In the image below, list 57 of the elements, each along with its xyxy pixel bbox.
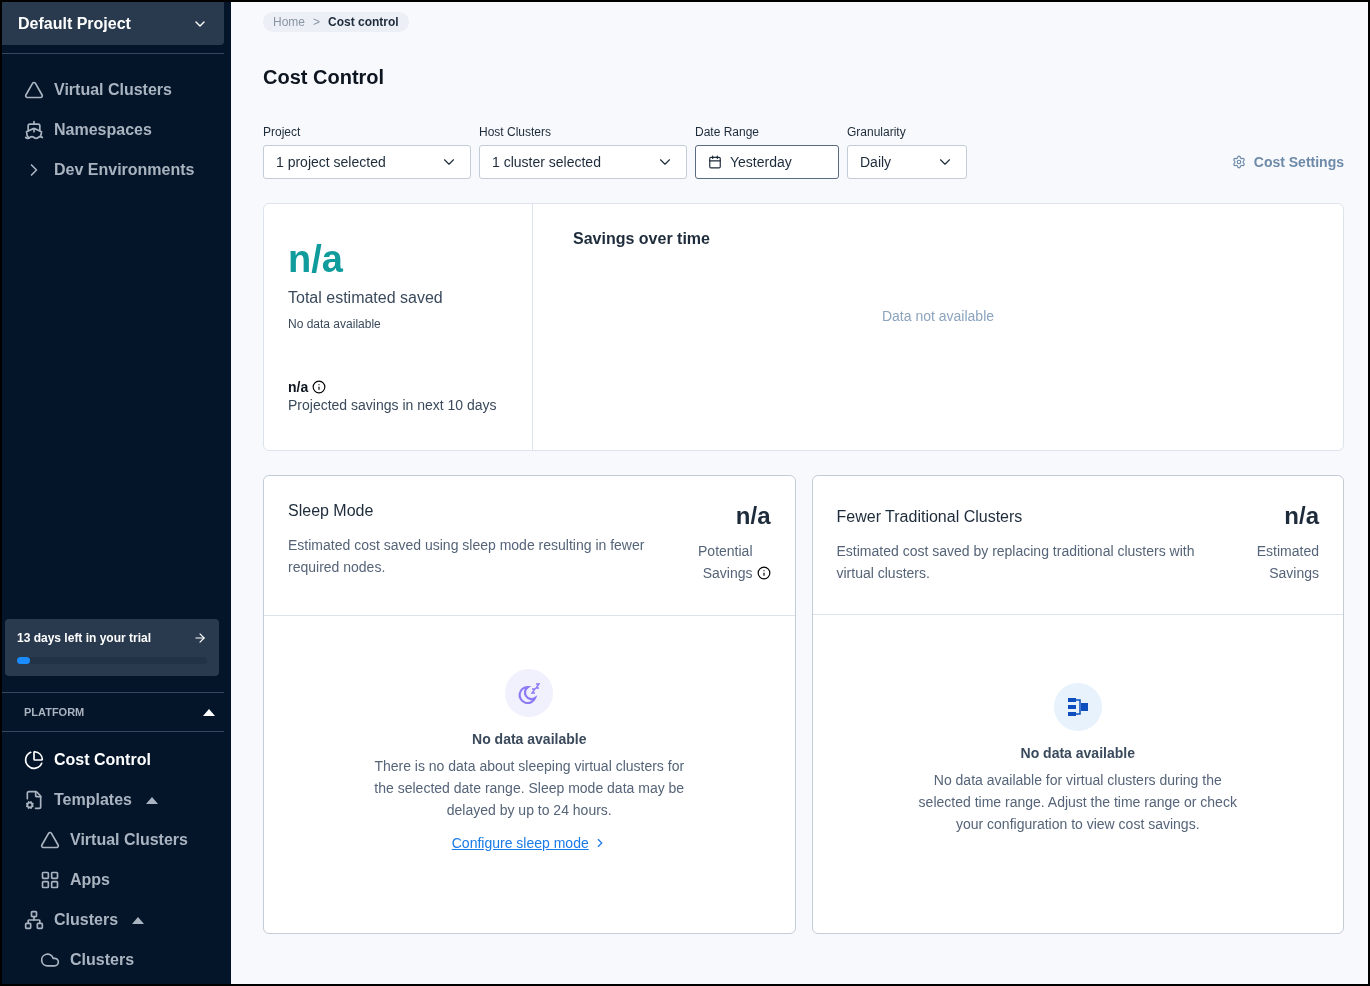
empty-text: No data available for virtual clusters during the selected time range. Adjust the time range or check your configuration to view cost savings. <box>917 771 1238 834</box>
triangle-icon <box>24 80 44 100</box>
empty-title: No data available <box>1020 745 1135 761</box>
empty-text: There is no data about sleeping virtual clusters for the selected date range. Sleep mode data may be delayed by up to 24 hours. <box>373 756 686 820</box>
total-saved-value: n/a <box>288 238 344 281</box>
filter-label: Project <box>263 125 302 139</box>
project-dropdown[interactable]: Default Project <box>2 2 224 45</box>
nav-item[interactable]: Cost Control <box>2 740 231 780</box>
select-field[interactable]: Daily <box>847 145 967 179</box>
nav-item[interactable]: Dev Environments <box>2 150 231 190</box>
calendar-icon <box>708 155 722 169</box>
server-icon <box>1053 683 1102 731</box>
info-icon[interactable] <box>756 566 771 580</box>
value-label: Potential Savings <box>697 542 753 583</box>
filter-label: Host Clusters <box>479 125 553 139</box>
page-title: Cost Control <box>263 66 386 89</box>
filter-label: Date Range <box>695 125 761 139</box>
empty-chart-message: Data not available <box>881 308 995 324</box>
card-value: n/a <box>735 502 771 530</box>
card-title: Fewer Traditional Clusters <box>836 508 1024 526</box>
value-label: Estimated Savings <box>1255 542 1319 583</box>
card-description: Estimated cost saved by replacing traditional clusters with virtual clusters. <box>836 542 1196 583</box>
card-value: n/a <box>1284 502 1319 530</box>
card-description: Estimated cost saved using sleep mode resulting in fewer required nodes. <box>288 536 646 577</box>
no-data-note: No data available <box>288 317 382 331</box>
projected-value: n/a <box>288 379 309 395</box>
section-header[interactable]: PLATFORM <box>2 693 231 731</box>
breadcrumb-link[interactable]: Cost control <box>328 15 399 29</box>
select-field[interactable]: 1 project selected <box>263 145 471 179</box>
caret-icon <box>203 708 215 716</box>
info-icon[interactable] <box>312 380 327 394</box>
nav-item[interactable]: Virtual Clusters <box>2 820 231 860</box>
total-saved-label: Total estimated saved <box>288 289 444 307</box>
chart-title: Savings over time <box>573 230 711 248</box>
nav-item[interactable]: Clusters <box>2 940 231 980</box>
document-gear-icon <box>24 790 44 810</box>
trial-card[interactable]: 13 days left in your trial <box>5 619 219 676</box>
trial-text: 13 days left in your trial <box>17 631 152 645</box>
empty-title: No data available <box>472 730 587 747</box>
nav-item[interactable]: Virtual Clusters <box>2 70 231 110</box>
card-title: Sleep Mode <box>288 502 375 520</box>
projected-label: Projected savings in next 10 days <box>288 397 498 413</box>
pie-chart-icon <box>24 750 44 770</box>
settings-icon <box>1231 155 1246 169</box>
select-field[interactable]: 1 cluster selected <box>479 145 687 179</box>
filter-label: Granularity <box>847 125 907 139</box>
cloud-icon <box>40 950 60 970</box>
nav-item[interactable]: Namespaces <box>2 110 231 150</box>
date-picker[interactable]: Yesterday <box>695 145 839 179</box>
configure-link[interactable]: Configure sleep mode <box>451 834 607 851</box>
triangle-icon <box>40 830 60 850</box>
network-icon <box>24 910 44 930</box>
nav-item[interactable]: Clusters <box>2 900 231 940</box>
nav-item[interactable]: Templates <box>2 780 231 820</box>
nav-item[interactable]: Apps <box>2 860 231 900</box>
breadcrumb-separator: > <box>313 15 321 29</box>
grid-icon <box>40 870 60 890</box>
